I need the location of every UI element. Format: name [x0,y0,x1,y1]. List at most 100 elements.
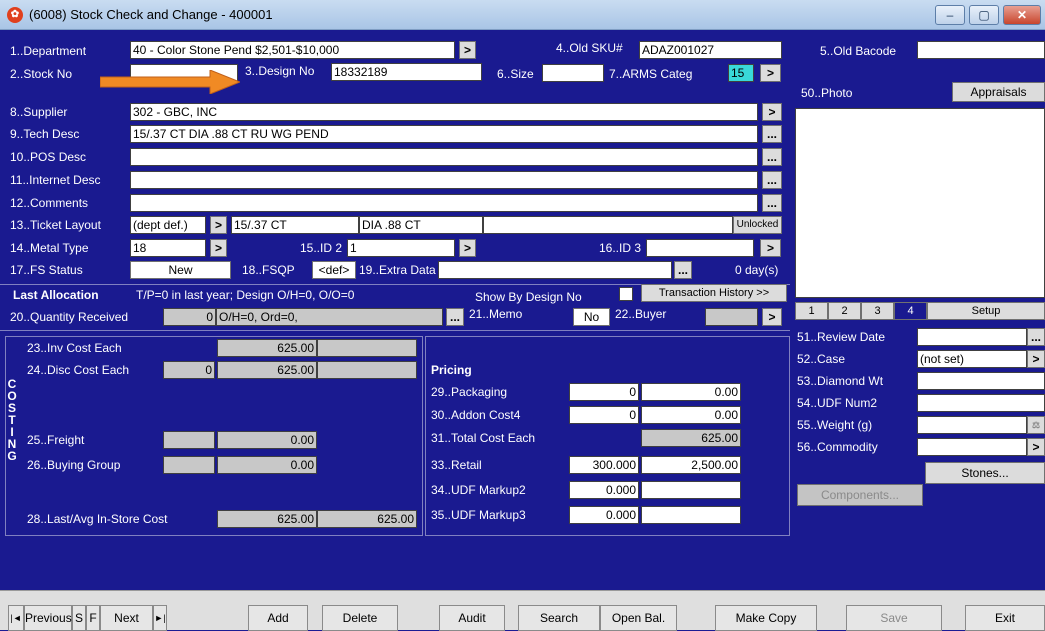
audit-button[interactable]: Audit [439,605,505,631]
unlocked-button[interactable]: Unlocked [733,216,782,234]
internet-desc-field[interactable] [130,171,758,189]
comments-ellipsis-button[interactable]: ... [762,194,782,212]
last-record-button[interactable]: ►| [153,605,167,631]
disc-cost-field: 625.00 [217,361,317,379]
addon-cost-field[interactable]: 0.00 [641,406,741,424]
pos-desc-field[interactable] [130,148,758,166]
appraisals-button[interactable]: Appraisals [952,82,1045,102]
components-button[interactable]: Components... [797,484,923,506]
metal-type-field[interactable]: 18 [130,239,206,257]
metal-type-lookup-button[interactable]: > [210,239,227,257]
f-button[interactable]: F [86,605,100,631]
pos-desc-ellipsis-button[interactable]: ... [762,148,782,166]
old-sku-field[interactable]: ADAZ001027 [639,41,782,59]
add-button[interactable]: Add [248,605,308,631]
tab-setup[interactable]: Setup [927,302,1045,320]
retail-markup-field[interactable]: 300.000 [569,456,639,474]
buyer-lookup-button[interactable]: > [762,308,782,326]
size-field[interactable] [542,64,604,82]
udf-markup2-extra-field[interactable] [641,481,741,499]
minimize-button[interactable]: – [935,5,965,25]
fsqp-label: 18..FSQP [242,263,295,277]
show-by-design-checkbox[interactable] [619,287,633,301]
next-button[interactable]: Next [100,605,153,631]
stones-button[interactable]: Stones... [925,462,1045,484]
delete-button[interactable]: Delete [322,605,398,631]
case-field[interactable]: (not set) [917,350,1027,368]
scale-icon[interactable]: ⚖ [1027,416,1045,434]
udf-num2-field[interactable] [917,394,1045,412]
memo-field[interactable]: No [573,308,610,326]
tech-desc-ellipsis-button[interactable]: ... [762,125,782,143]
disc-pct-field[interactable]: 0 [163,361,215,379]
extra-data-ellipsis-button[interactable]: ... [674,261,692,279]
tab-1[interactable]: 1 [795,302,828,320]
commodity-label: 56..Commodity [797,440,878,454]
arms-categ-field[interactable]: 15 [728,64,754,82]
open-bal-button[interactable]: Open Bal. [600,605,677,631]
packaging-qty-field[interactable]: 0 [569,383,639,401]
quantity-ellipsis-button[interactable]: ... [446,308,464,326]
comments-field[interactable] [130,194,758,212]
id2-field[interactable]: 1 [347,239,455,257]
retail-field[interactable]: 2,500.00 [641,456,741,474]
search-button[interactable]: Search [518,605,600,631]
case-lookup-button[interactable]: > [1027,350,1045,368]
buyer-field[interactable] [705,308,758,326]
id2-lookup-button[interactable]: > [459,239,476,257]
photo-box[interactable] [795,108,1045,298]
department-lookup-button[interactable]: > [459,41,476,59]
transaction-history-button[interactable]: Transaction History >> [641,284,787,302]
orange-arrow-annotation [100,70,240,94]
internet-desc-ellipsis-button[interactable]: ... [762,171,782,189]
memo-label: 21..Memo [469,307,523,321]
commodity-field[interactable] [917,438,1027,456]
first-record-button[interactable]: |◄ [8,605,24,631]
freight-pct-field[interactable] [163,431,215,449]
design-no-field[interactable]: 18332189 [331,63,482,81]
last-allocation-title: Last Allocation [13,288,99,302]
buying-group-pct-field[interactable] [163,456,215,474]
diamond-wt-field[interactable] [917,372,1045,390]
exit-button[interactable]: Exit [965,605,1045,631]
old-barcode-label: 5..Old Bacode [820,44,897,58]
supplier-field[interactable]: 302 - GBC, INC [130,103,758,121]
review-date-field[interactable] [917,328,1027,346]
ticket-layout-field[interactable]: (dept def.) [130,216,206,234]
id3-field[interactable] [646,239,754,257]
udf-markup3-field[interactable]: 0.000 [569,506,639,524]
old-barcode-field[interactable] [917,41,1045,59]
udf-markup2-field[interactable]: 0.000 [569,481,639,499]
last-avg-cost-label: 28..Last/Avg In-Store Cost [27,512,168,526]
review-date-ellipsis-button[interactable]: ... [1027,328,1045,346]
arms-categ-lookup-button[interactable]: > [760,64,781,82]
packaging-field[interactable]: 0.00 [641,383,741,401]
id3-lookup-button[interactable]: > [760,239,781,257]
previous-button[interactable]: Previous [24,605,72,631]
close-button[interactable]: ✕ [1003,5,1041,25]
tab-2[interactable]: 2 [828,302,861,320]
commodity-lookup-button[interactable]: > [1027,438,1045,456]
tab-3[interactable]: 3 [861,302,894,320]
save-button[interactable]: Save [846,605,942,631]
make-copy-button[interactable]: Make Copy [715,605,817,631]
ticket-line2-field[interactable]: DIA .88 CT [359,216,483,234]
tech-desc-field[interactable]: 15/.37 CT DIA .88 CT RU WG PEND [130,125,758,143]
addon-qty-field[interactable]: 0 [569,406,639,424]
fs-status-field[interactable]: New [130,261,231,279]
udf-markup2-label: 34..UDF Markup2 [431,483,526,497]
ticket-line1-field[interactable]: 15/.37 CT [231,216,359,234]
department-field[interactable]: 40 - Color Stone Pend $2,501-$10,000 [130,41,455,59]
maximize-button[interactable]: ▢ [969,5,999,25]
weight-field[interactable] [917,416,1027,434]
quantity-received-field[interactable]: 0 [163,308,216,326]
udf-markup3-extra-field[interactable] [641,506,741,524]
supplier-lookup-button[interactable]: > [762,103,782,121]
s-button[interactable]: S [72,605,86,631]
ticket-layout-lookup-button[interactable]: > [210,216,227,234]
ticket-line3-field[interactable] [483,216,733,234]
extra-data-label: 19..Extra Data [359,263,436,277]
tab-4[interactable]: 4 [894,302,927,320]
fsqp-field[interactable]: <def> [312,261,356,279]
extra-data-field[interactable] [438,261,672,279]
